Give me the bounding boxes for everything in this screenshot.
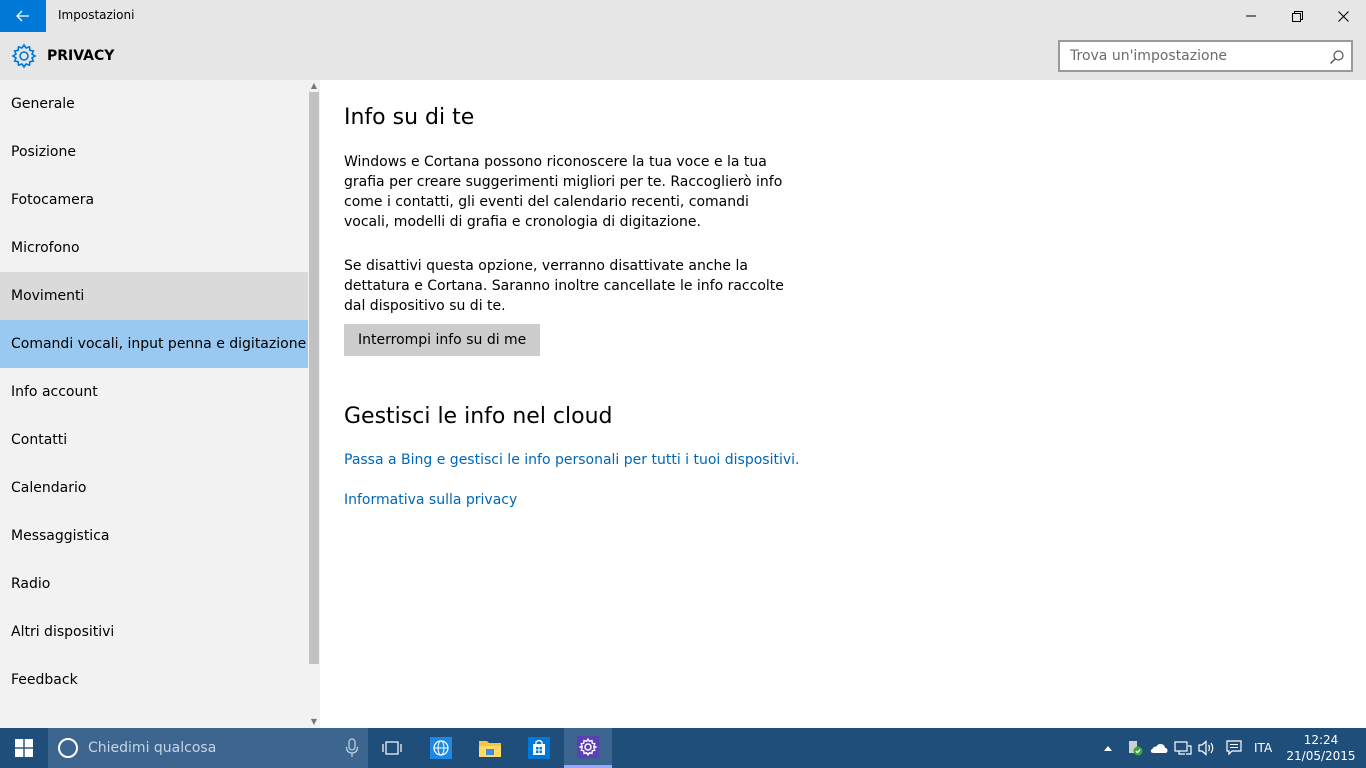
sidebar-item-radio[interactable]: Radio bbox=[0, 560, 308, 608]
privacy-statement-link[interactable]: Informativa sulla privacy bbox=[344, 492, 517, 508]
volume-tray-button[interactable] bbox=[1196, 728, 1218, 768]
task-view-button[interactable] bbox=[368, 728, 416, 768]
sidebar-item-comandi-vocali[interactable]: Comandi vocali, input penna e digitazion… bbox=[0, 320, 308, 368]
warning-paragraph: Se disattivi questa opzione, verranno di… bbox=[344, 258, 784, 314]
start-button[interactable] bbox=[0, 728, 48, 768]
input-language-indicator[interactable]: ITA bbox=[1254, 741, 1272, 755]
sidebar-item-fotocamera[interactable]: Fotocamera bbox=[0, 176, 308, 224]
sidebar-item-generale[interactable]: Generale bbox=[0, 80, 308, 128]
network-icon bbox=[1174, 741, 1192, 755]
minimize-button[interactable] bbox=[1228, 0, 1274, 32]
taskbar: Chiedimi qualcosa ITA 12:24 21/05/2015 bbox=[0, 728, 1366, 768]
folder-icon bbox=[479, 741, 501, 757]
scroll-down-arrow-icon[interactable]: ▼ bbox=[308, 716, 320, 728]
windows-logo-icon bbox=[15, 739, 33, 757]
app-title: Impostazioni bbox=[58, 8, 135, 22]
settings-header: PRIVACY bbox=[0, 32, 1366, 80]
speaker-icon bbox=[1198, 740, 1214, 756]
microphone-icon[interactable] bbox=[344, 738, 360, 758]
clock-date: 21/05/2015 bbox=[1286, 749, 1356, 763]
notification-icon bbox=[1226, 740, 1242, 756]
chevron-up-icon bbox=[1104, 746, 1112, 751]
sidebar-item-posizione[interactable]: Posizione bbox=[0, 128, 308, 176]
close-icon bbox=[1337, 10, 1349, 22]
store-icon bbox=[528, 737, 550, 759]
action-center-button[interactable] bbox=[1222, 728, 1246, 768]
sidebar-item-movimenti[interactable]: Movimenti bbox=[0, 272, 308, 320]
cloud-heading: Gestisci le info nel cloud bbox=[344, 404, 613, 429]
settings-taskbar-button[interactable] bbox=[564, 728, 612, 768]
stop-info-button[interactable]: Interrompi info su di me bbox=[344, 324, 541, 356]
gear-icon bbox=[11, 43, 37, 69]
cortana-placeholder: Chiedimi qualcosa bbox=[88, 740, 217, 756]
back-button[interactable] bbox=[0, 0, 46, 32]
settings-window: Impostazioni PRIVACY Trova un'impostazio… bbox=[0, 0, 1366, 728]
browser-taskbar-button[interactable] bbox=[417, 728, 465, 768]
file-explorer-button[interactable] bbox=[466, 728, 514, 768]
privacy-sidebar: Generale Posizione Fotocamera Microfono … bbox=[0, 80, 320, 728]
security-tray-button[interactable] bbox=[1124, 728, 1146, 768]
restore-icon bbox=[1291, 10, 1303, 22]
sidebar-item-messaggistica[interactable]: Messaggistica bbox=[0, 512, 308, 560]
onedrive-tray-button[interactable] bbox=[1148, 728, 1170, 768]
scroll-up-arrow-icon[interactable]: ▲ bbox=[308, 80, 320, 92]
back-arrow-icon bbox=[16, 10, 29, 22]
sidebar-scrollbar[interactable] bbox=[309, 92, 319, 664]
search-input[interactable] bbox=[1060, 42, 1310, 70]
minimize-icon bbox=[1246, 15, 1256, 17]
sidebar-item-altri-dispositivi[interactable]: Altri dispositivi bbox=[0, 608, 308, 656]
description-paragraph: Windows e Cortana possono riconoscere la… bbox=[344, 154, 783, 230]
settings-gear-icon bbox=[577, 735, 599, 758]
store-button[interactable] bbox=[515, 728, 563, 768]
page-heading: Info su di te bbox=[344, 105, 475, 130]
cortana-search-box[interactable]: Chiedimi qualcosa bbox=[48, 728, 368, 768]
title-bar: Impostazioni bbox=[0, 0, 1366, 32]
restore-button[interactable] bbox=[1274, 0, 1320, 32]
sidebar-item-info-account[interactable]: Info account bbox=[0, 368, 308, 416]
taskbar-clock[interactable]: 12:24 21/05/2015 bbox=[1286, 732, 1356, 764]
clock-time: 12:24 bbox=[1303, 733, 1339, 747]
task-view-icon bbox=[382, 741, 402, 755]
shield-check-icon bbox=[1129, 741, 1143, 756]
network-tray-button[interactable] bbox=[1172, 728, 1194, 768]
section-title: PRIVACY bbox=[47, 48, 115, 64]
nav-list: Generale Posizione Fotocamera Microfono … bbox=[0, 80, 308, 704]
sidebar-item-calendario[interactable]: Calendario bbox=[0, 464, 308, 512]
bing-manage-link[interactable]: Passa a Bing e gestisci le info personal… bbox=[344, 452, 799, 468]
settings-search[interactable] bbox=[1058, 40, 1353, 72]
sidebar-item-feedback[interactable]: Feedback bbox=[0, 656, 308, 704]
close-button[interactable] bbox=[1320, 0, 1366, 32]
sidebar-item-microfono[interactable]: Microfono bbox=[0, 224, 308, 272]
cortana-icon bbox=[58, 738, 78, 758]
show-hidden-icons-button[interactable] bbox=[1100, 728, 1116, 768]
search-icon[interactable] bbox=[1329, 49, 1345, 65]
globe-icon bbox=[430, 737, 452, 759]
cloud-icon bbox=[1150, 744, 1168, 753]
sidebar-item-contatti[interactable]: Contatti bbox=[0, 416, 308, 464]
